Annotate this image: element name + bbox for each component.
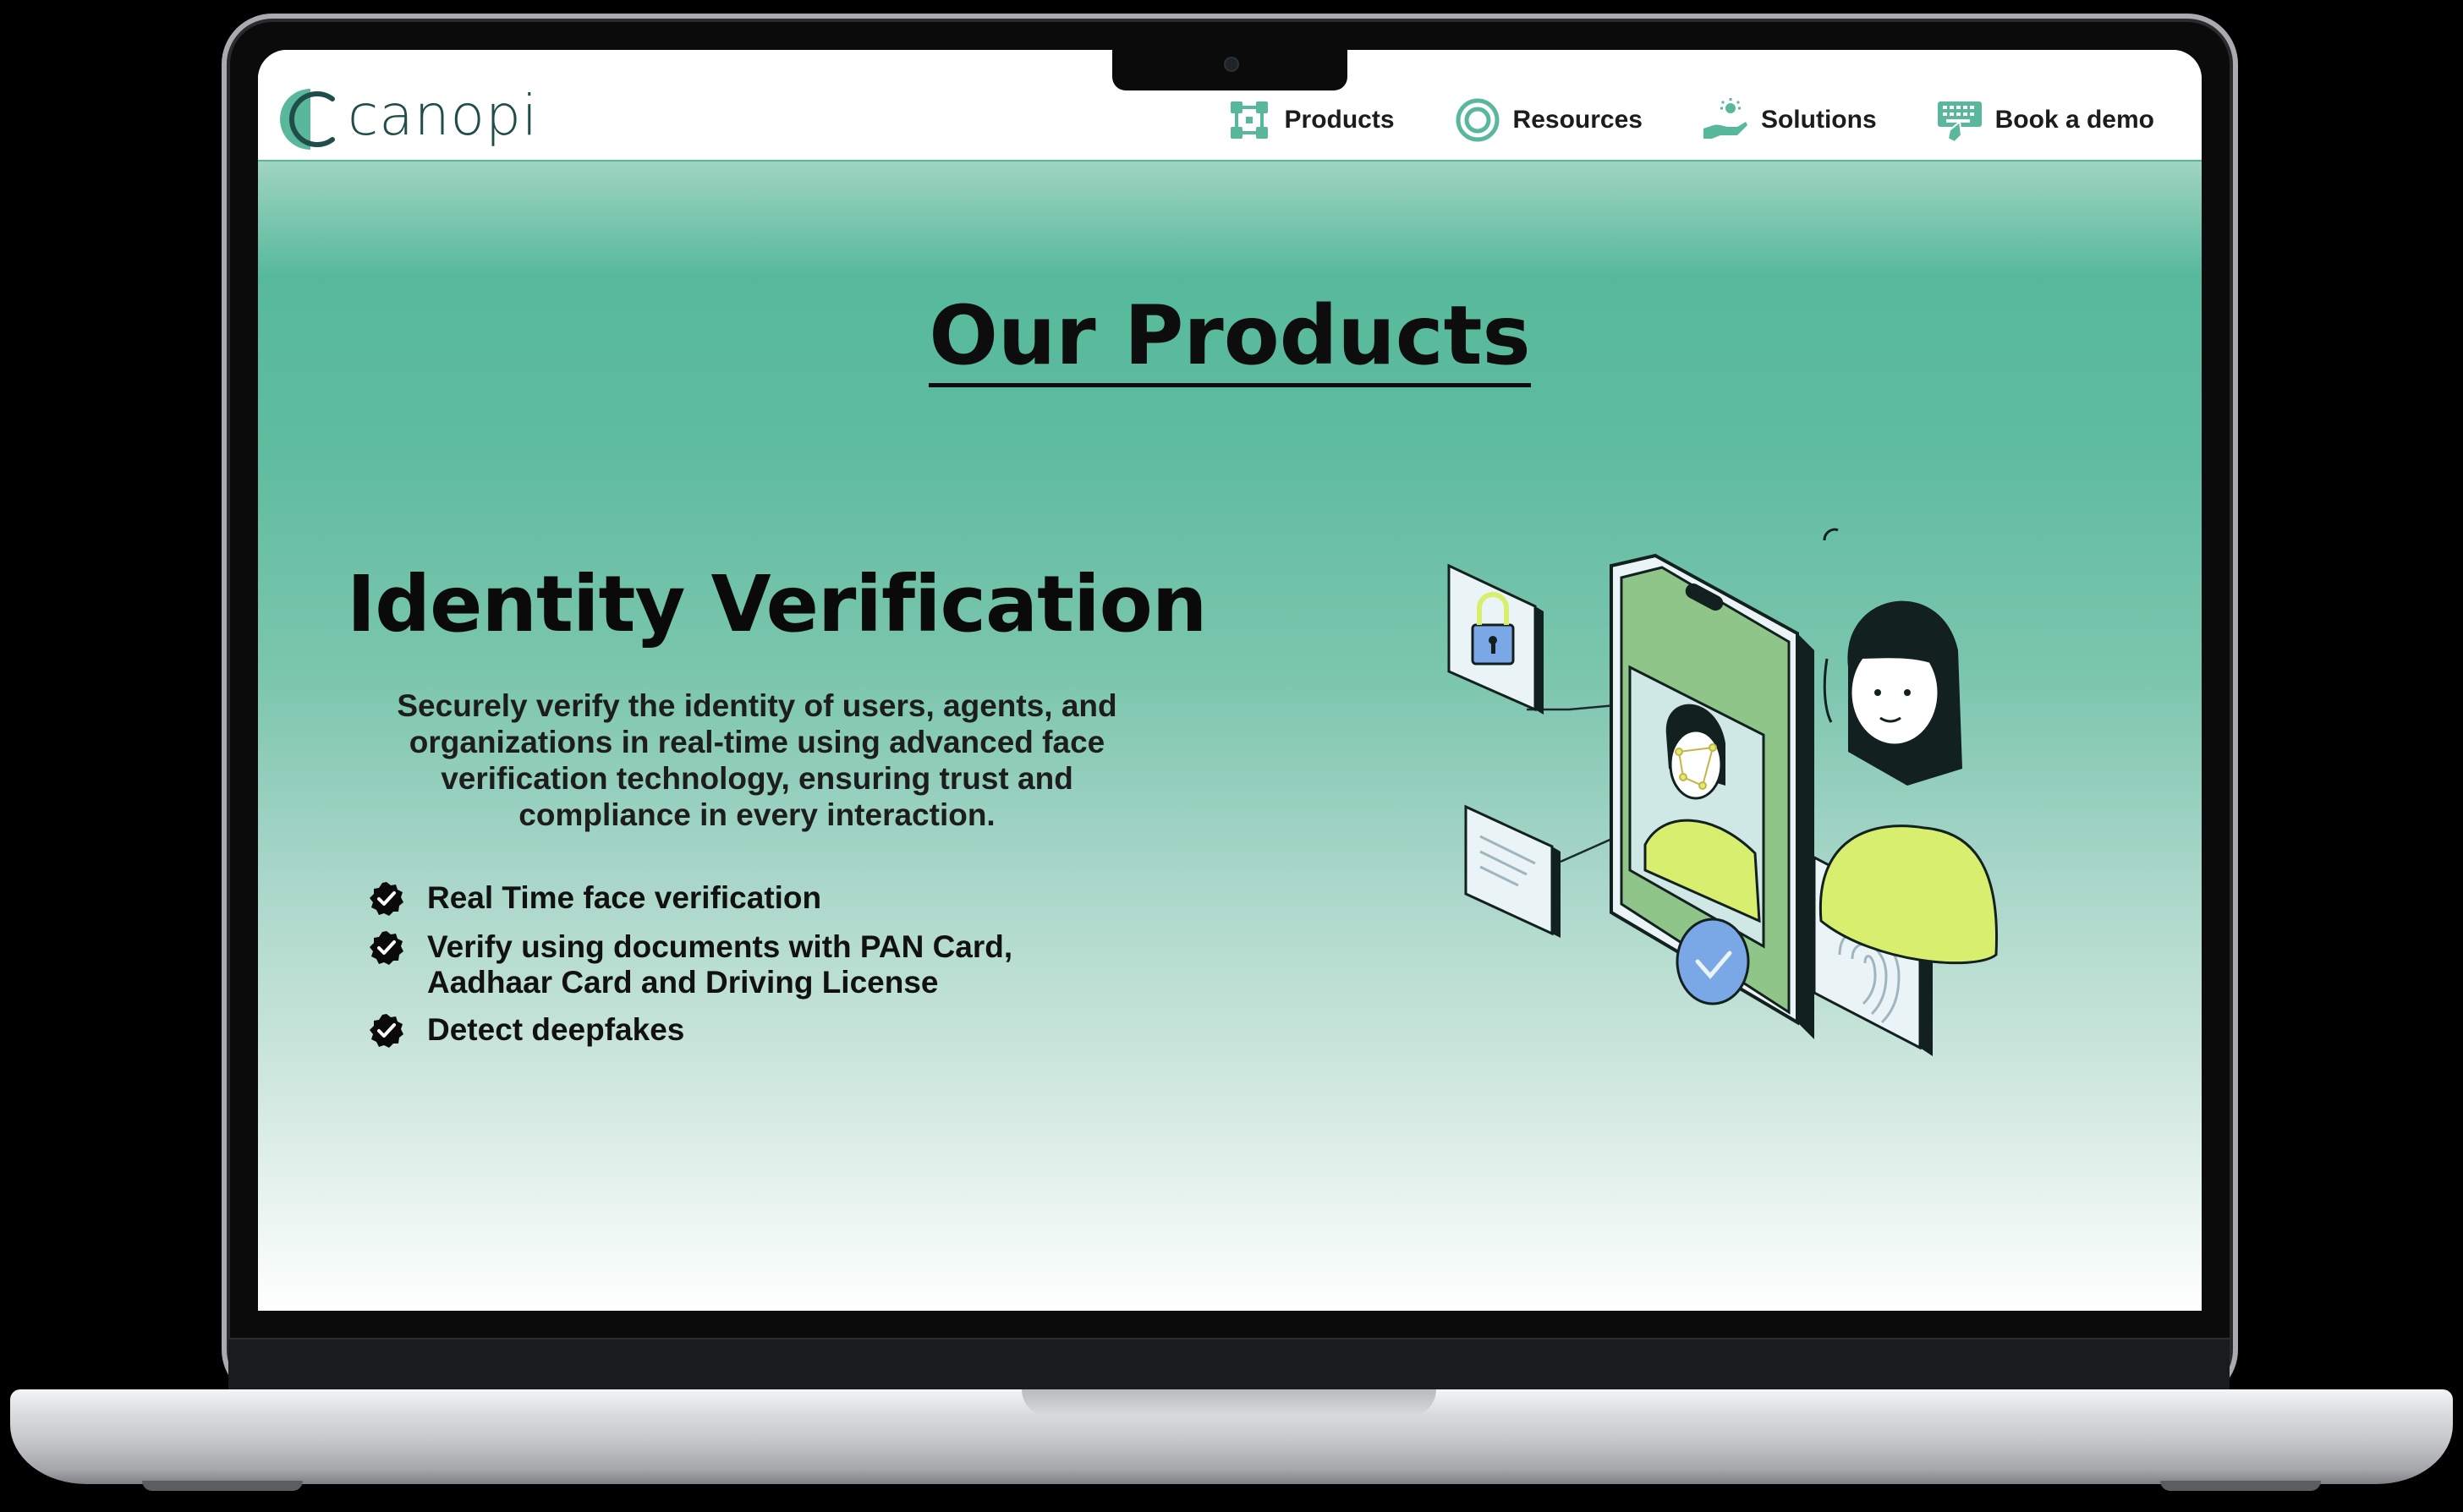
product-title: Identity Verification	[347, 559, 1207, 649]
id-card	[1464, 804, 1561, 938]
check-badge-icon	[370, 931, 403, 965]
nav-label: Resources	[1512, 106, 1643, 134]
laptop-foot-left	[142, 1481, 303, 1491]
section-title: Our Products	[258, 288, 2202, 387]
canopi-logo-icon	[280, 89, 335, 150]
feature-item: Verify using documents with PAN Card, Aa…	[368, 929, 1012, 1000]
solutions-icon	[1703, 98, 1747, 139]
nav-products[interactable]: Products	[1226, 96, 1395, 144]
feature-line1: Real Time face verification	[427, 880, 822, 915]
feature-line1: Detect deepfakes	[427, 1012, 685, 1047]
feature-list: Real Time face verification Verify using…	[368, 880, 1012, 1061]
section-title-text: Our Products	[929, 288, 1531, 387]
phone	[1610, 553, 1814, 1039]
nav-resources[interactable]: Resources	[1454, 96, 1643, 144]
feature-item: Real Time face verification	[368, 880, 1012, 918]
check-badge-icon	[370, 882, 403, 916]
nav-label: Products	[1284, 106, 1395, 134]
camera-notch	[1112, 50, 1347, 90]
webcam-icon	[1224, 57, 1239, 72]
nav-label: Book a demo	[1994, 106, 2154, 134]
laptop-screen: canopi Products Resources Solutions Book…	[258, 50, 2202, 1311]
nav-book-demo[interactable]: Book a demo	[1936, 96, 2154, 144]
products-icon	[1230, 101, 1268, 139]
feature-text: Verify using documents with PAN Card, Aa…	[427, 929, 1012, 1000]
identity-verification-illustration	[1447, 528, 1999, 1056]
product-description: Securely verify the identity of users, a…	[397, 688, 1117, 832]
feature-line1: Verify using documents with PAN Card,	[427, 929, 1013, 964]
feature-text: Detect deepfakes	[427, 1012, 684, 1048]
laptop-thumb-notch	[1022, 1389, 1436, 1416]
products-section: Our Products Identity Verification Secur…	[258, 162, 2202, 1311]
person-avatar	[1818, 528, 1999, 965]
main-nav: Products Resources Solutions Book a demo	[1166, 94, 2154, 146]
nav-label: Solutions	[1760, 106, 1877, 134]
laptop-chin	[228, 1338, 2230, 1390]
book-demo-icon	[1937, 101, 1982, 144]
lock-card	[1447, 563, 1544, 715]
laptop-foot-right	[2160, 1481, 2321, 1491]
feature-line2: Aadhaar Card and Driving License	[427, 965, 939, 1000]
logo[interactable]: canopi	[277, 85, 538, 153]
nav-solutions[interactable]: Solutions	[1702, 96, 1877, 144]
logo-text: canopi	[348, 83, 539, 148]
feature-text: Real Time face verification	[427, 880, 821, 916]
resources-icon	[1456, 98, 1500, 142]
check-badge-icon	[370, 1014, 403, 1048]
feature-item: Detect deepfakes	[368, 1012, 1012, 1049]
